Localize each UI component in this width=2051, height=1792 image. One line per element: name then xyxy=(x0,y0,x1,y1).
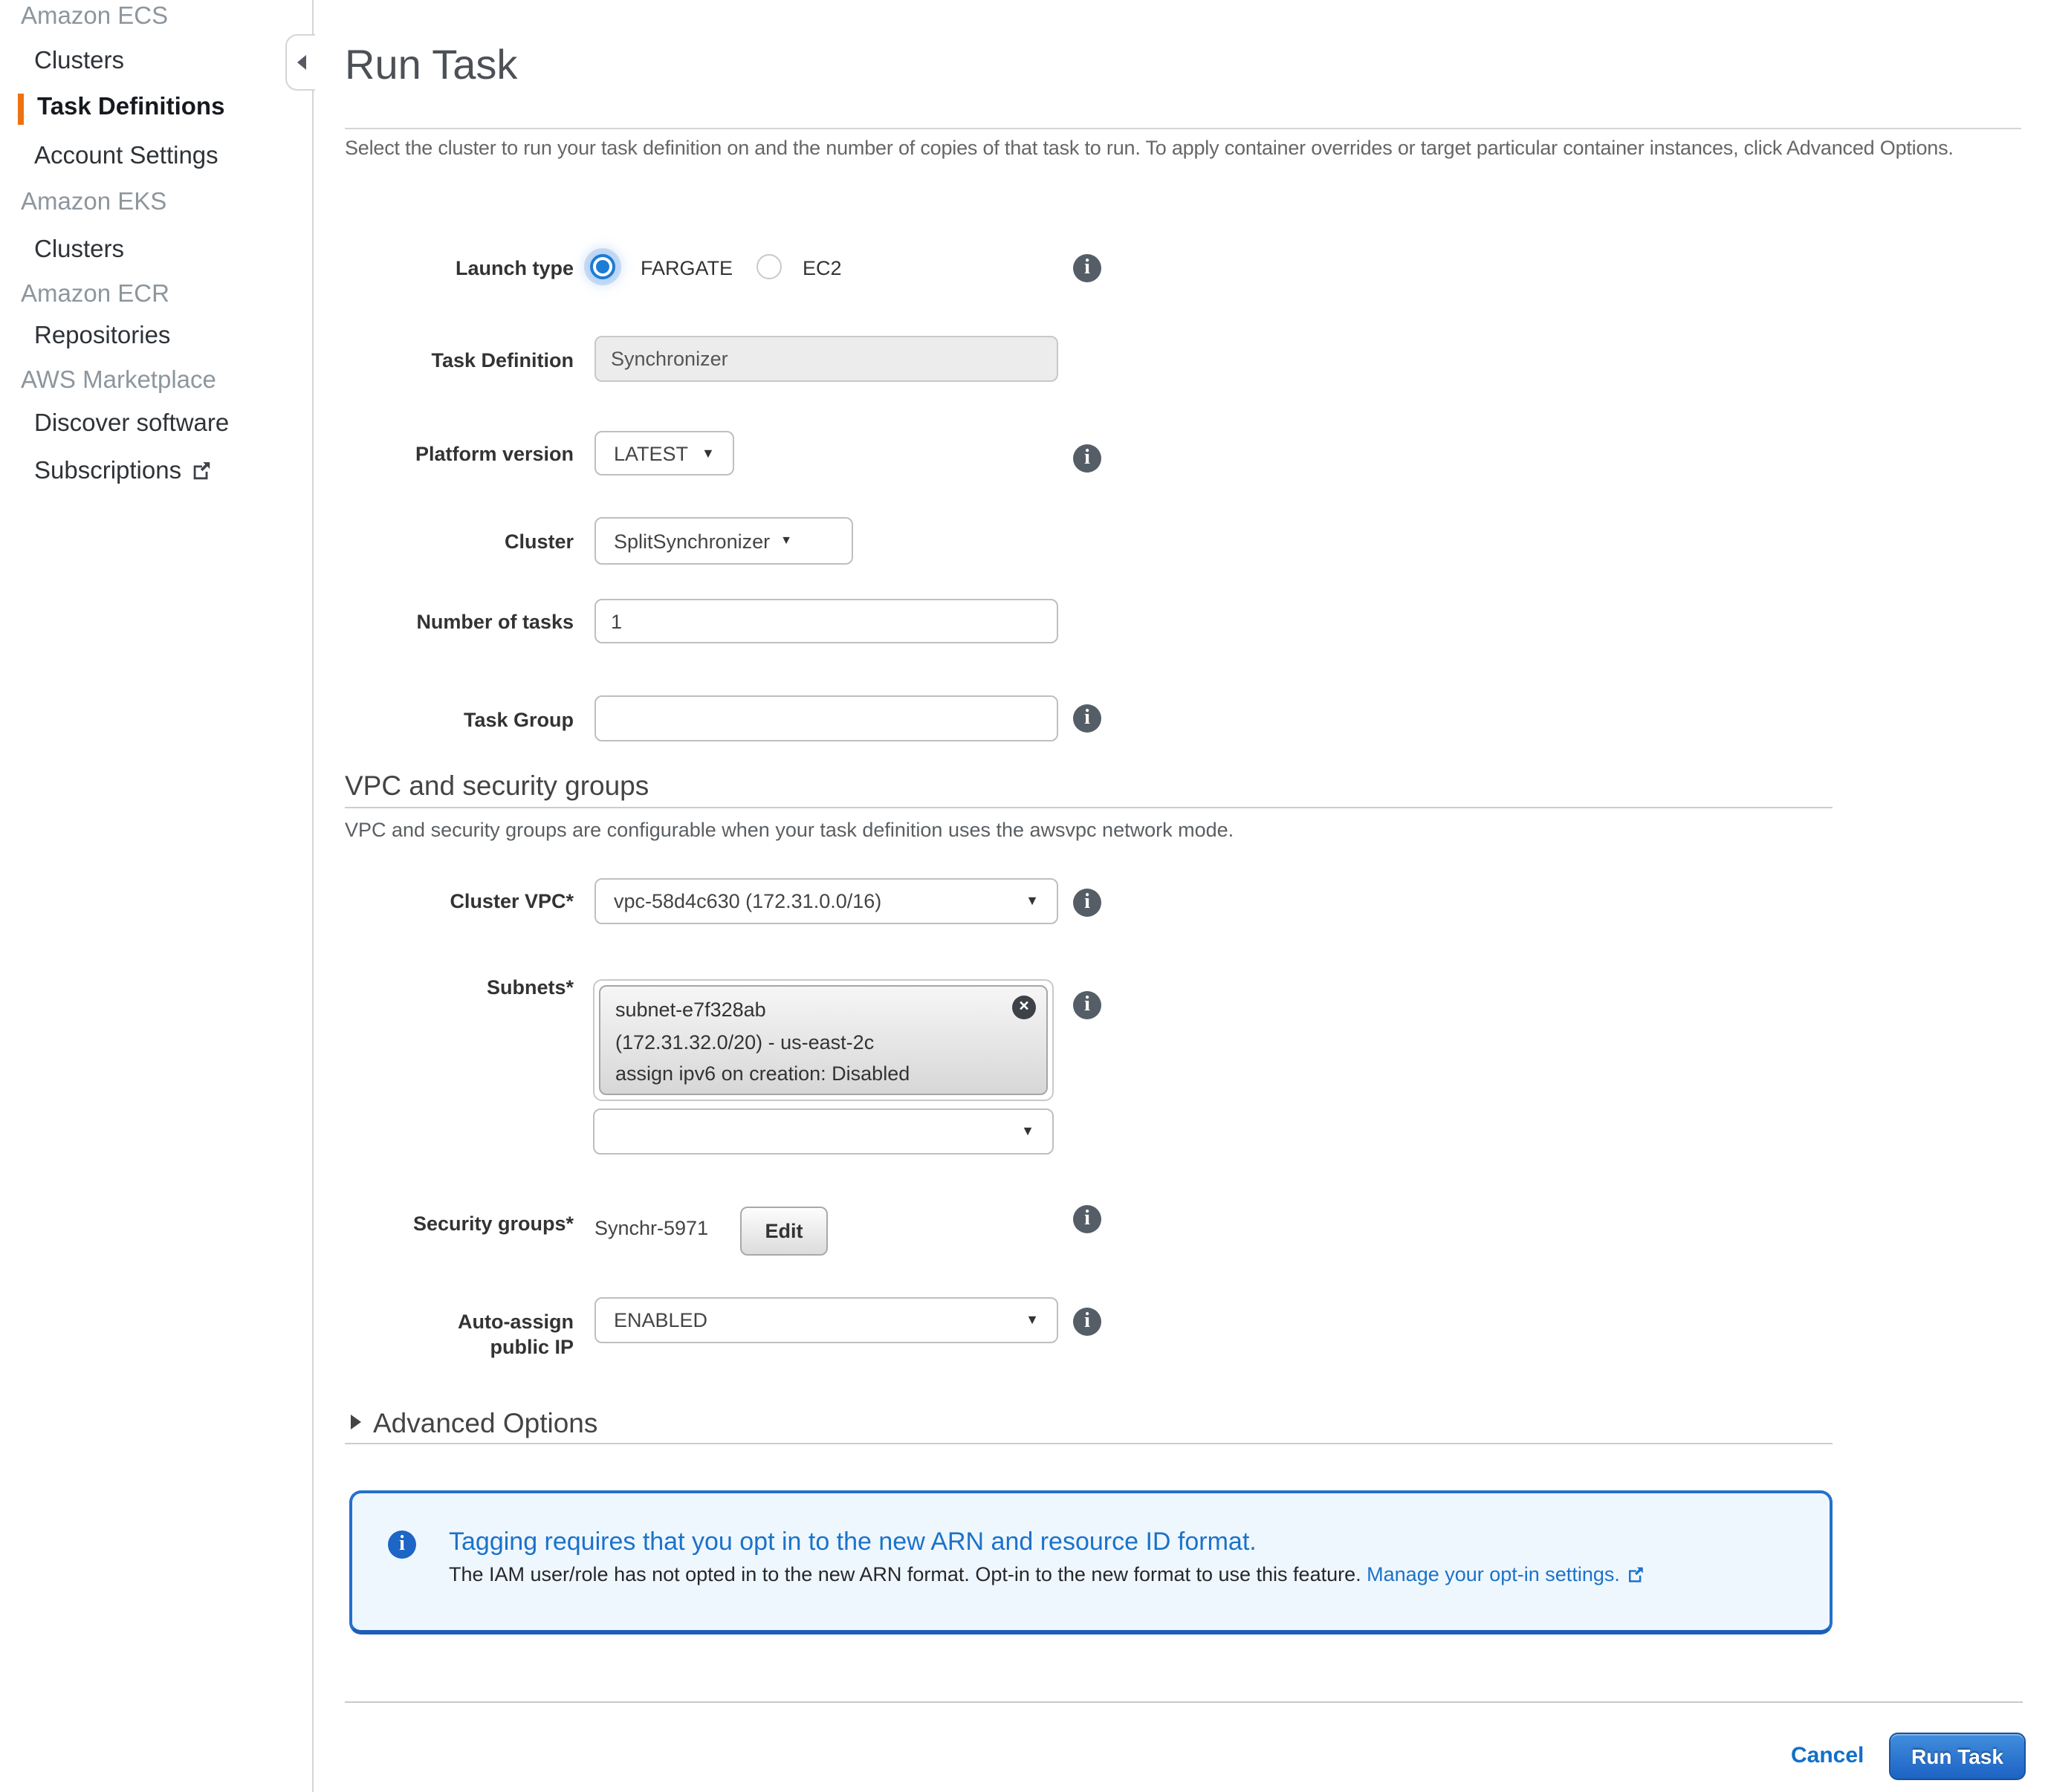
chevron-down-icon: ▼ xyxy=(1026,1314,1039,1327)
collapse-left-arrow-icon xyxy=(297,55,305,70)
launch-type-info-icon[interactable]: i xyxy=(1073,254,1101,282)
platform-version-select[interactable]: LATEST ▼ xyxy=(594,431,734,475)
cluster-select[interactable]: SplitSynchronizer ▼ xyxy=(594,517,853,565)
sidebar-item-task-definitions[interactable]: Task Definitions xyxy=(37,94,224,122)
vpc-section-heading: VPC and security groups xyxy=(345,770,649,802)
page-intro-text: Select the cluster to run your task defi… xyxy=(345,131,2024,165)
subnet-chip-line1: subnet-e7f328ab xyxy=(615,994,1031,1026)
task-group-info-icon[interactable]: i xyxy=(1073,704,1101,733)
advanced-options-divider xyxy=(345,1443,1833,1444)
cluster-vpc-label: Cluster VPC* xyxy=(395,889,574,914)
cluster-vpc-info-icon[interactable]: i xyxy=(1073,889,1101,917)
subnet-chip-line2: (172.31.32.0/20) - us-east-2c xyxy=(615,1026,1031,1058)
sidebar-collapse-button[interactable] xyxy=(285,34,315,91)
tagging-info-banner xyxy=(349,1490,1833,1634)
sidebar-header-ecr: Amazon ECR xyxy=(21,281,169,309)
subnet-remove-icon[interactable]: ✕ xyxy=(1012,996,1036,1019)
sidebar-header-eks: Amazon EKS xyxy=(21,189,166,217)
banner-heading: Tagging requires that you opt in to the … xyxy=(449,1528,1257,1557)
number-of-tasks-input[interactable] xyxy=(594,599,1058,643)
manage-opt-in-settings-link[interactable]: Manage your opt-in settings. xyxy=(1367,1563,1645,1585)
cancel-button[interactable]: Cancel xyxy=(1791,1743,1864,1768)
security-groups-value: Synchr-5971 xyxy=(594,1217,708,1239)
cluster-vpc-select[interactable]: vpc-58d4c630 (172.31.0.0/16) ▼ xyxy=(594,878,1058,924)
security-groups-label: Security groups* xyxy=(395,1211,574,1236)
edit-security-groups-button[interactable]: Edit xyxy=(740,1207,828,1256)
task-group-label: Task Group xyxy=(395,707,574,733)
platform-version-value: LATEST xyxy=(614,442,688,464)
banner-link-label: Manage your opt-in settings. xyxy=(1367,1563,1620,1585)
footer-divider xyxy=(345,1701,2023,1703)
launch-type-label: Launch type xyxy=(395,256,574,281)
auto-assign-public-ip-label: Auto-assign public IP xyxy=(395,1309,574,1360)
advanced-options-expand-icon[interactable] xyxy=(351,1415,361,1429)
banner-body-text: The IAM user/role has not opted in to th… xyxy=(449,1563,1361,1585)
advanced-options-heading[interactable]: Advanced Options xyxy=(373,1407,597,1440)
subscriptions-label: Subscriptions xyxy=(34,458,181,484)
platform-version-info-icon[interactable]: i xyxy=(1073,444,1101,473)
security-groups-info-icon[interactable]: i xyxy=(1073,1205,1101,1233)
vpc-section-divider xyxy=(345,807,1833,808)
radio-fargate-label[interactable]: FARGATE xyxy=(641,257,733,279)
chevron-down-icon: ▼ xyxy=(1021,1125,1034,1138)
number-of-tasks-label: Number of tasks xyxy=(395,609,574,634)
task-group-input[interactable] xyxy=(594,695,1058,741)
active-item-accent-bar xyxy=(18,94,24,125)
sidebar-header-marketplace: AWS Marketplace xyxy=(21,367,216,395)
banner-body: The IAM user/role has not opted in to th… xyxy=(449,1563,1645,1585)
subnets-selected-list: subnet-e7f328ab (172.31.32.0/20) - us-ea… xyxy=(593,979,1054,1101)
auto-assign-public-ip-select[interactable]: ENABLED ▼ xyxy=(594,1297,1058,1343)
external-link-icon xyxy=(1625,1565,1645,1584)
radio-fargate[interactable] xyxy=(590,254,615,279)
cluster-vpc-value: vpc-58d4c630 (172.31.0.0/16) xyxy=(614,890,881,912)
subnets-label: Subnets* xyxy=(395,975,574,1000)
sidebar-item-discover-software[interactable]: Discover software xyxy=(34,410,229,438)
auto-assign-public-ip-value: ENABLED xyxy=(614,1309,707,1331)
page-title: Run Task xyxy=(345,40,517,91)
sidebar: Amazon ECS Clusters Task Definitions Acc… xyxy=(0,0,314,1792)
auto-assign-public-ip-info-icon[interactable]: i xyxy=(1073,1308,1101,1336)
vpc-section-description: VPC and security groups are configurable… xyxy=(345,819,1234,841)
cluster-label: Cluster xyxy=(395,529,574,554)
platform-version-label: Platform version xyxy=(395,441,574,467)
chevron-down-icon: ▼ xyxy=(702,447,715,460)
chevron-down-icon: ▼ xyxy=(1026,895,1039,908)
subnet-chip-line3: assign ipv6 on creation: Disabled xyxy=(615,1058,1031,1090)
radio-ec2-label[interactable]: EC2 xyxy=(803,257,842,279)
sidebar-item-account-settings[interactable]: Account Settings xyxy=(34,143,218,171)
cluster-value: SplitSynchronizer xyxy=(614,530,770,552)
run-task-button[interactable]: Run Task xyxy=(1889,1733,2026,1780)
task-definition-label: Task Definition xyxy=(395,348,574,373)
radio-fargate-dot xyxy=(596,260,609,273)
title-divider xyxy=(345,128,2021,129)
banner-info-icon: i xyxy=(388,1530,416,1559)
page: Amazon ECS Clusters Task Definitions Acc… xyxy=(0,0,2051,1792)
chevron-down-icon: ▼ xyxy=(780,535,792,547)
subnets-add-select[interactable]: ▼ xyxy=(593,1108,1054,1155)
subnets-info-icon[interactable]: i xyxy=(1073,991,1101,1019)
sidebar-item-subscriptions[interactable]: Subscriptions xyxy=(34,458,213,489)
external-link-icon xyxy=(190,459,213,489)
radio-ec2[interactable] xyxy=(756,254,782,279)
sidebar-item-ecs-clusters[interactable]: Clusters xyxy=(34,48,124,76)
subnet-chip: subnet-e7f328ab (172.31.32.0/20) - us-ea… xyxy=(599,985,1048,1095)
sidebar-item-repositories[interactable]: Repositories xyxy=(34,322,170,351)
task-definition-input xyxy=(594,336,1058,382)
sidebar-header-ecs: Amazon ECS xyxy=(21,3,168,31)
sidebar-item-eks-clusters[interactable]: Clusters xyxy=(34,236,124,264)
